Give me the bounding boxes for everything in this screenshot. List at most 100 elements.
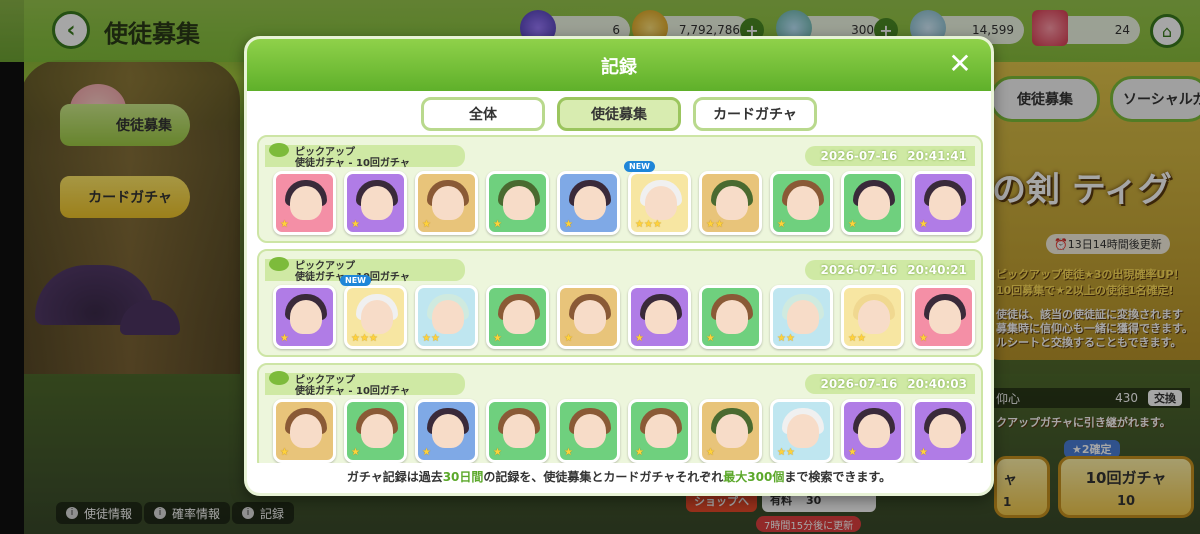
rarity-stars: ★ (280, 219, 289, 230)
apostle-card[interactable]: ★ (912, 285, 975, 349)
apostle-card[interactable]: ★ (699, 285, 762, 349)
card-slot: ★ (273, 399, 336, 463)
character-face (645, 300, 677, 334)
character-face (432, 300, 464, 334)
card-slot: ★ (912, 285, 975, 349)
apostle-card[interactable]: ★ (628, 399, 691, 463)
character-face (858, 414, 890, 448)
close-button[interactable]: ✕ (945, 49, 975, 79)
record-list[interactable]: ピックアップ 使徒ガチャ - 10回ガチャ 2026-07-16 20:41:4… (257, 135, 983, 463)
tab-card-gacha[interactable]: カードガチャ (693, 97, 817, 131)
card-row: ★ ★ ★ ★ ★ ★ ★ ★★ ★ ★ (273, 399, 975, 463)
apostle-card[interactable]: ★ (557, 171, 620, 235)
apostle-card[interactable]: ★ (628, 285, 691, 349)
rarity-stars: ★ (919, 219, 928, 230)
history-modal: 記録 ✕ 全体 使徒募集 カードガチャ ピックアップ 使徒ガチャ - 10回ガチ… (244, 36, 994, 496)
tab-label: 使徒募集 (591, 107, 647, 123)
card-slot: ★ (699, 399, 762, 463)
new-badge: NEW (340, 275, 371, 286)
apostle-card[interactable]: ★ (841, 171, 904, 235)
apostle-card[interactable]: ★ (557, 399, 620, 463)
record-name: 使徒ガチャ - 10回ガチャ (295, 386, 410, 397)
rarity-stars: ★ (351, 219, 360, 230)
character-face (929, 186, 961, 220)
apostle-card[interactable]: ★ (273, 171, 336, 235)
card-slot: ★ (273, 171, 336, 235)
apostle-card[interactable]: ★ (344, 399, 407, 463)
card-slot: NEW ★★★ (624, 161, 691, 235)
card-slot: ★ (273, 285, 336, 349)
character-face (290, 186, 322, 220)
rarity-stars: ★ (635, 333, 644, 344)
apostle-card[interactable]: ★★ (770, 285, 833, 349)
character-face (716, 186, 748, 220)
apostle-card[interactable]: ★ (273, 399, 336, 463)
rarity-stars: ★★ (706, 219, 724, 230)
card-slot: ★★ (770, 399, 833, 463)
rarity-stars: ★ (706, 447, 715, 458)
card-slot: ★ (415, 171, 478, 235)
apostle-card[interactable]: ★ (841, 399, 904, 463)
apostle-card[interactable]: ★ (486, 171, 549, 235)
card-slot: ★★ (699, 171, 762, 235)
apostle-card[interactable]: ★ (415, 171, 478, 235)
rarity-stars: ★ (635, 447, 644, 458)
record-name: 使徒ガチャ - 10回ガチャ (295, 158, 410, 169)
card-slot: ★ (841, 171, 904, 235)
character-face (503, 414, 535, 448)
apostle-card[interactable]: ★ (486, 399, 549, 463)
tab-apostle[interactable]: 使徒募集 (557, 97, 681, 131)
card-slot: ★ (344, 399, 407, 463)
rarity-stars: ★ (564, 333, 573, 344)
footer-text: の記録を、使徒募集とカードガチャそれぞれ (483, 470, 724, 484)
apostle-card[interactable]: ★ (912, 171, 975, 235)
card-slot: NEW ★★★ (340, 275, 407, 349)
new-badge: NEW (624, 161, 655, 172)
rarity-stars: ★ (280, 333, 289, 344)
apostle-card[interactable]: ★ (273, 285, 336, 349)
card-row: ★ NEW ★★★ ★★ ★ ★ ★ ★ ★★ ★★ ★ (273, 275, 975, 349)
character-face (787, 300, 819, 334)
record-date: 2026-07-16 (820, 263, 898, 277)
apostle-card[interactable]: ★ (770, 171, 833, 235)
tab-all[interactable]: 全体 (421, 97, 545, 131)
apostle-card[interactable]: ★ (557, 285, 620, 349)
card-slot: ★ (841, 399, 904, 463)
character-face (645, 186, 677, 220)
apostle-card[interactable]: ★★ (699, 171, 762, 235)
character-face (503, 300, 535, 334)
record-timestamp: 2026-07-16 20:40:21 (805, 260, 975, 280)
modal-title: 記録 (601, 57, 637, 78)
character-face (432, 186, 464, 220)
tab-label: 全体 (469, 107, 497, 123)
character-face (858, 300, 890, 334)
character-face (361, 186, 393, 220)
apostle-card[interactable]: ★★ (415, 285, 478, 349)
apostle-card[interactable]: ★★ (841, 285, 904, 349)
apostle-card[interactable]: ★★★ (344, 285, 407, 349)
rarity-stars: ★★ (848, 333, 866, 344)
apostle-card[interactable]: ★ (486, 285, 549, 349)
leaf-icon (269, 143, 289, 157)
record-time: 20:40:21 (907, 263, 967, 277)
card-slot: ★ (486, 285, 549, 349)
apostle-card[interactable]: ★ (699, 399, 762, 463)
rarity-stars: ★ (919, 447, 928, 458)
character-face (787, 414, 819, 448)
modal-tabs: 全体 使徒募集 カードガチャ (247, 97, 991, 131)
apostle-card[interactable]: ★★★ (628, 171, 691, 235)
character-face (929, 300, 961, 334)
apostle-card[interactable]: ★ (344, 171, 407, 235)
character-face (929, 414, 961, 448)
card-slot: ★ (415, 399, 478, 463)
apostle-card[interactable]: ★★ (770, 399, 833, 463)
apostle-card[interactable]: ★ (912, 399, 975, 463)
record-timestamp: 2026-07-16 20:40:03 (805, 374, 975, 394)
character-face (645, 414, 677, 448)
card-slot: ★ (486, 399, 549, 463)
card-slot: ★ (912, 171, 975, 235)
leaf-icon (269, 371, 289, 385)
record-time: 20:40:03 (907, 377, 967, 391)
history-record: ピックアップ 使徒ガチャ - 10回ガチャ 2026-07-16 20:40:0… (257, 363, 983, 463)
apostle-card[interactable]: ★ (415, 399, 478, 463)
